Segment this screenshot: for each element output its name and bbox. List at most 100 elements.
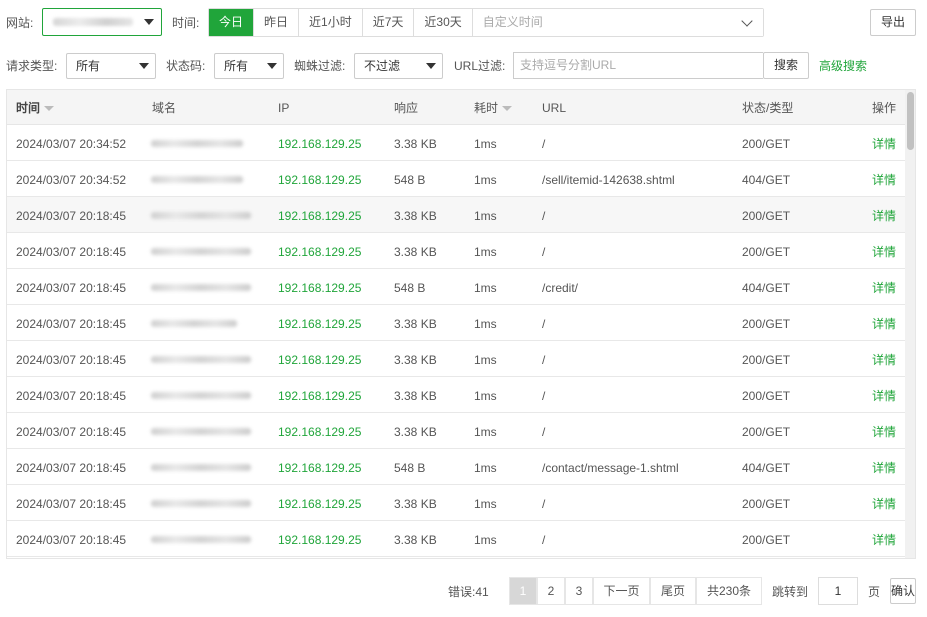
scrollbar-thumb[interactable]: [907, 92, 914, 150]
time-range-30d[interactable]: 近30天: [414, 9, 473, 36]
table-row: 2024/03/07 20:18:45 192.168.129.25 3.38 KB…: [7, 197, 905, 233]
time-label: 时间:: [172, 16, 200, 30]
cell-time: 2024/03/07 20:18:45: [16, 353, 127, 367]
custom-time-picker[interactable]: 自定义时间: [472, 9, 763, 36]
spider-filter-label: 蜘蛛过滤:: [294, 59, 346, 73]
page-2[interactable]: 2: [537, 577, 565, 605]
column-header-status: 状态/类型: [742, 101, 794, 115]
cell-status: 200/GET: [742, 353, 791, 367]
cell-domain-blurred: [151, 284, 251, 291]
total-count: 共230条: [696, 577, 762, 605]
cell-status: 404/GET: [742, 281, 791, 295]
detail-link[interactable]: 详情: [872, 209, 896, 223]
cell-response: 3.38 KB: [394, 389, 437, 403]
cell-time: 2024/03/07 20:18:45: [16, 533, 127, 547]
cell-status: 200/GET: [742, 317, 791, 331]
time-range-1h[interactable]: 近1小时: [299, 9, 363, 36]
cell-url: /contact/message-1.shtml: [542, 461, 679, 475]
cell-ip: 192.168.129.25: [278, 281, 362, 295]
time-range-today[interactable]: 今日: [209, 9, 255, 36]
time-range-7d[interactable]: 近7天: [362, 9, 415, 36]
next-page-button[interactable]: 下一页: [593, 577, 650, 605]
cell-url: /: [542, 209, 546, 223]
caret-down-icon: [144, 19, 154, 25]
detail-link[interactable]: 详情: [872, 425, 896, 439]
cell-url: /: [542, 533, 546, 547]
cell-status: 200/GET: [742, 497, 791, 511]
request-type-value: 所有: [76, 59, 101, 73]
cell-status: 200/GET: [742, 425, 791, 439]
sort-icon: [44, 106, 55, 111]
cell-url: /: [542, 137, 546, 151]
cell-ip: 192.168.129.25: [278, 209, 362, 223]
site-select[interactable]: [42, 8, 162, 36]
cell-response: 3.38 KB: [394, 209, 437, 223]
detail-link[interactable]: 详情: [872, 533, 896, 547]
url-filter-input[interactable]: 支持逗号分割URL: [513, 52, 763, 79]
caret-down-icon: [426, 63, 436, 69]
column-header-cost[interactable]: 耗时: [474, 101, 513, 115]
cell-cost: 1ms: [474, 137, 497, 151]
cell-cost: 1ms: [474, 209, 497, 223]
detail-link[interactable]: 详情: [872, 461, 896, 475]
request-type-select[interactable]: 所有: [66, 53, 156, 79]
spider-filter-select[interactable]: 不过滤: [354, 53, 443, 79]
cell-domain-blurred: [151, 392, 251, 399]
cell-cost: 1ms: [474, 245, 497, 259]
cell-status: 200/GET: [742, 389, 791, 403]
spider-filter-value: 不过滤: [364, 59, 401, 73]
cell-time: 2024/03/07 20:18:45: [16, 245, 127, 259]
table-scrollbar[interactable]: [905, 90, 915, 558]
cell-response: 3.38 KB: [394, 533, 437, 547]
cell-response: 548 B: [394, 461, 426, 475]
cell-time: 2024/03/07 20:18:45: [16, 209, 127, 223]
advanced-search-link[interactable]: 高级搜索: [819, 59, 867, 73]
table-header: 时间 域名 IP 响应 耗时 URL 状态/类型 操作: [7, 90, 905, 125]
detail-link[interactable]: 详情: [872, 317, 896, 331]
confirm-goto-button[interactable]: 确认: [890, 578, 916, 604]
detail-link[interactable]: 详情: [872, 173, 896, 187]
detail-link[interactable]: 详情: [872, 245, 896, 259]
cell-ip: 192.168.129.25: [278, 389, 362, 403]
table-row: 2024/03/07 20:34:52 192.168.129.25 3.38 KB…: [7, 125, 905, 161]
sort-icon: [502, 106, 513, 111]
column-header-ip: IP: [278, 101, 290, 115]
page-3[interactable]: 3: [565, 577, 593, 605]
table-row: 2024/03/07 20:18:45 192.168.129.25 548 B 1m…: [7, 449, 905, 485]
column-header-domain: 域名: [152, 101, 177, 115]
cell-url: /: [542, 497, 546, 511]
table-row: 2024/03/07 20:18:45 192.168.129.25 3.38 KB…: [7, 485, 905, 521]
last-page-button[interactable]: 尾页: [650, 577, 696, 605]
error-count: 错误:41: [448, 585, 489, 599]
cell-url: /: [542, 425, 546, 439]
page-1[interactable]: 1: [509, 577, 537, 605]
time-range-yesterday[interactable]: 昨日: [254, 9, 300, 36]
custom-time-placeholder: 自定义时间: [482, 15, 543, 29]
page-unit-label: 页: [868, 585, 881, 599]
export-button[interactable]: 导出: [870, 9, 916, 36]
detail-link[interactable]: 详情: [872, 389, 896, 403]
cell-cost: 1ms: [474, 461, 497, 475]
cell-response: 548 B: [394, 281, 426, 295]
cell-time: 2024/03/07 20:34:52: [16, 173, 127, 187]
request-type-label: 请求类型:: [6, 59, 58, 73]
cell-domain-blurred: [151, 464, 251, 471]
cell-ip: 192.168.129.25: [278, 173, 362, 187]
cell-ip: 192.168.129.25: [278, 137, 362, 151]
cell-status: 200/GET: [742, 137, 791, 151]
detail-link[interactable]: 详情: [872, 497, 896, 511]
cell-domain-blurred: [151, 176, 243, 183]
table-row: 2024/03/07 20:18:45 192.168.129.25 3.38 KB…: [7, 233, 905, 269]
cell-response: 3.38 KB: [394, 137, 437, 151]
cell-time: 2024/03/07 20:18:45: [16, 461, 127, 475]
search-button[interactable]: 搜索: [763, 52, 809, 79]
cell-ip: 192.168.129.25: [278, 497, 362, 511]
table-row: 2024/03/07 20:18:45 192.168.129.25 3.38 KB…: [7, 305, 905, 341]
detail-link[interactable]: 详情: [872, 353, 896, 367]
status-code-select[interactable]: 所有: [214, 53, 284, 79]
column-header-time[interactable]: 时间: [16, 101, 55, 115]
detail-link[interactable]: 详情: [872, 281, 896, 295]
detail-link[interactable]: 详情: [872, 137, 896, 151]
goto-page-input[interactable]: 1: [818, 577, 858, 605]
cell-ip: 192.168.129.25: [278, 533, 362, 547]
